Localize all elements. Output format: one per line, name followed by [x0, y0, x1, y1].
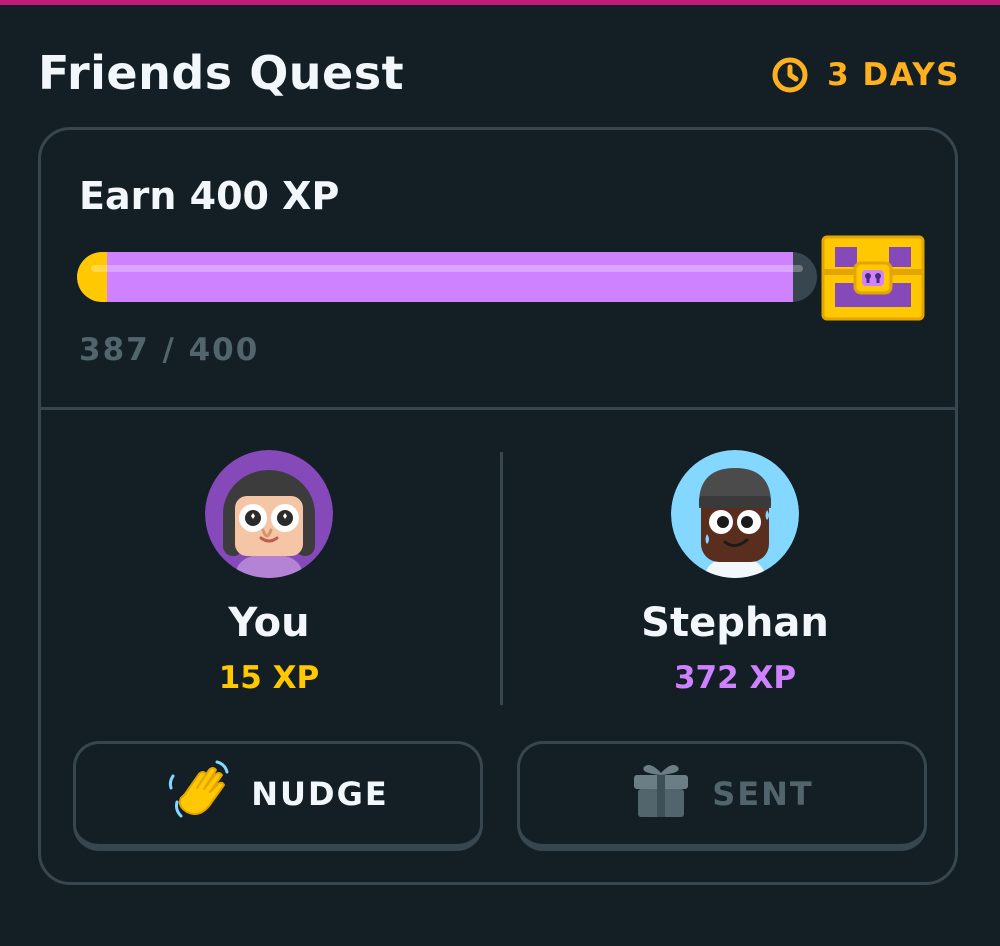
quest-timer: 3 DAYS — [771, 56, 960, 94]
timer-label: 3 DAYS — [827, 57, 960, 93]
member-xp: 372 XP — [673, 660, 797, 696]
quest-card: Earn 400 XP 387 / 400 You 15 XP Stephan … — [38, 127, 958, 885]
member-xp: 15 XP — [218, 660, 320, 696]
member-you: You 15 XP — [119, 450, 419, 696]
progress-text: 387 / 400 — [79, 332, 260, 368]
nudge-label: NUDGE — [251, 775, 389, 813]
avatar-boy-icon — [671, 450, 799, 578]
sent-button[interactable]: SENT — [517, 741, 927, 851]
clock-icon — [771, 56, 809, 94]
section-divider — [41, 407, 955, 410]
member-divider — [500, 452, 503, 705]
waving-hand-icon — [167, 758, 231, 830]
nudge-button[interactable]: NUDGE — [73, 741, 483, 851]
progress-fill — [77, 252, 793, 302]
treasure-chest-icon — [821, 233, 925, 325]
progress-shine — [91, 265, 803, 272]
avatar-girl-icon — [205, 450, 333, 578]
quest-progress-bar — [77, 252, 817, 302]
quest-goal: Earn 400 XP — [79, 174, 340, 218]
page-title: Friends Quest — [38, 46, 405, 100]
member-name: You — [228, 600, 310, 646]
member-name: Stephan — [641, 600, 829, 646]
member-stephan[interactable]: Stephan 372 XP — [585, 450, 885, 696]
progress-cap — [77, 252, 107, 302]
gift-icon — [630, 759, 692, 829]
top-accent-bar — [0, 0, 1000, 5]
sent-label: SENT — [712, 775, 814, 813]
